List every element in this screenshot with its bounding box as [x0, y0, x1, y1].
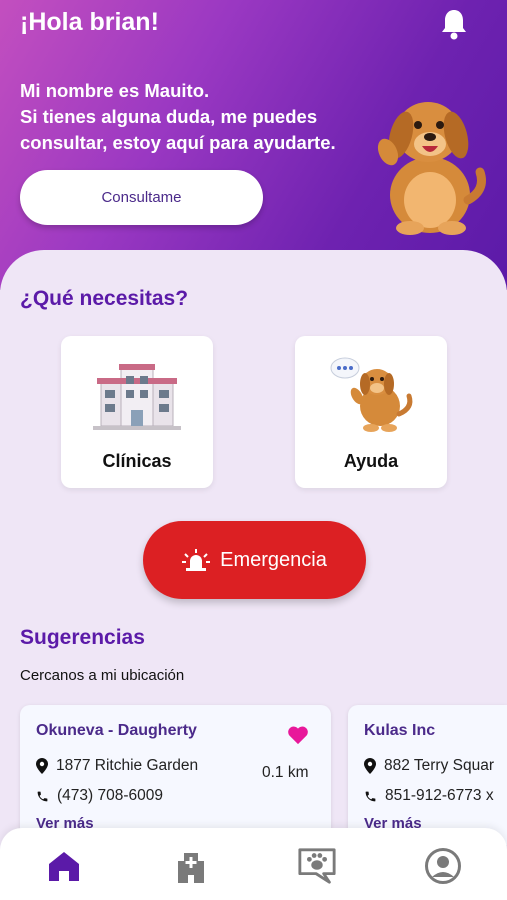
suggestion-card[interactable]: Okuneva - Daugherty 1877 Ritchie Garden … [20, 705, 331, 845]
nav-community[interactable] [297, 846, 337, 886]
phone-row: 851-912-6773 x [364, 787, 494, 805]
clinic-name: Okuneva - Daugherty [36, 722, 197, 739]
profile-icon [425, 848, 461, 884]
nav-clinics[interactable] [171, 846, 211, 886]
location-pin-icon [364, 758, 376, 774]
clinic-distance: 0.1 km [262, 764, 309, 781]
assistant-intro: Mi nombre es Mauito. Si tienes alguna du… [20, 78, 380, 156]
nav-home[interactable] [44, 846, 84, 886]
clinic-building-icon [93, 364, 181, 430]
phone-icon [37, 791, 48, 801]
help-card-label: Ayuda [343, 451, 399, 471]
phone-row: (473) 708-6009 [36, 787, 163, 805]
clinic-address: 1877 Ritchie Garden [56, 757, 199, 774]
nav-profile[interactable] [423, 846, 463, 886]
alarm-siren-icon [182, 549, 211, 571]
suggestions-title: Sugerencias [20, 626, 145, 649]
address-row: 882 Terry Squar [364, 757, 494, 775]
consult-button[interactable]: Consultame [20, 170, 263, 225]
clinic-phone: 851-912-6773 x [385, 787, 494, 804]
emergency-label: Emergencia [220, 548, 327, 571]
clinic-icon [178, 853, 204, 883]
clinic-address: 882 Terry Squar [384, 757, 494, 774]
address-row: 1877 Ritchie Garden [36, 757, 198, 775]
phone-icon [365, 791, 376, 801]
location-pin-icon [36, 758, 48, 774]
chat-pet-icon [298, 848, 336, 884]
home-icon [49, 852, 79, 881]
suggestions-subtitle: Cercanos a mi ubicación [20, 667, 185, 684]
favorite-heart-icon[interactable] [287, 725, 309, 745]
clinics-card-label: Clínicas [102, 451, 172, 471]
notification-bell-icon[interactable] [440, 8, 468, 40]
clinic-name: Kulas Inc [364, 722, 436, 739]
help-card[interactable]: Ayuda [295, 336, 447, 488]
intro-line: consultar, estoy aquí para ayudarte. [20, 132, 336, 153]
clinic-phone: (473) 708-6009 [57, 787, 163, 804]
suggestion-card[interactable]: Kulas Inc 882 Terry Squar 851-912-6773 x… [348, 705, 507, 845]
bottom-navigation [0, 828, 507, 900]
intro-line: Si tienes alguna duda, me puedes [20, 106, 318, 127]
help-dog-icon [330, 357, 413, 432]
clinics-card[interactable]: Clínicas [61, 336, 213, 488]
mascot-dog-image [377, 102, 486, 235]
emergency-button[interactable]: Emergencia [143, 521, 366, 599]
needs-title: ¿Qué necesitas? [20, 287, 189, 310]
hero-banner: ¡Hola brian! Mi nombre es Mauito. Si tie… [0, 0, 507, 290]
intro-line: Mi nombre es Mauito. [20, 80, 210, 101]
greeting-title: ¡Hola brian! [20, 8, 159, 36]
